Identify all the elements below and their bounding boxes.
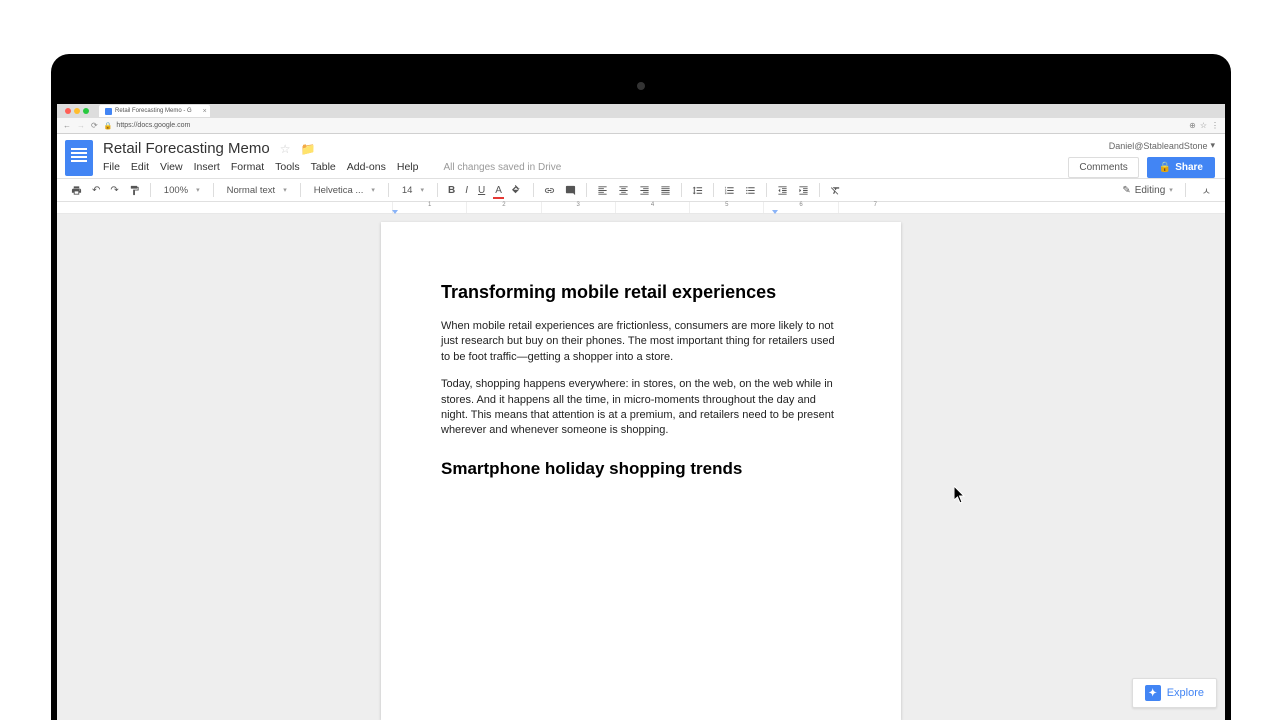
- browser-tab[interactable]: Retail Forecasting Memo - G ×: [99, 105, 210, 117]
- user-account[interactable]: Daniel@StableandStone ▾: [1109, 140, 1215, 151]
- toolbar: ↶ ↷ 100% Normal text Helvetica ... 14 B …: [57, 178, 1225, 202]
- menu-edit[interactable]: Edit: [131, 161, 149, 173]
- ruler[interactable]: 1 2 3 4 5 6 7: [57, 202, 1225, 214]
- menu-insert[interactable]: Insert: [194, 161, 220, 173]
- ruler-mark: 2: [466, 202, 540, 213]
- star-icon[interactable]: ☆: [1200, 121, 1207, 130]
- reload-icon[interactable]: ⟳: [91, 121, 98, 130]
- menu-file[interactable]: File: [103, 161, 120, 173]
- numbered-list-icon[interactable]: [720, 183, 739, 198]
- font-size-select[interactable]: 14: [395, 182, 431, 199]
- ruler-mark: 4: [615, 202, 689, 213]
- zoom-icon[interactable]: ⊕: [1189, 121, 1196, 130]
- menu-bar: File Edit View Insert Format Tools Table…: [103, 161, 1068, 173]
- browser-chrome: Retail Forecasting Memo - G × ← → ⟳ 🔒 ht…: [57, 104, 1225, 134]
- ruler-mark: 1: [392, 202, 466, 213]
- increase-indent-icon[interactable]: [794, 183, 813, 198]
- move-folder-icon[interactable]: 📁: [301, 142, 316, 156]
- bulleted-list-icon[interactable]: [741, 183, 760, 198]
- print-icon[interactable]: [67, 183, 86, 198]
- docs-logo-icon[interactable]: [65, 140, 93, 176]
- ruler-mark: 3: [541, 202, 615, 213]
- highlight-color-icon[interactable]: [508, 183, 527, 198]
- chevron-down-icon: ▾: [1210, 140, 1215, 151]
- paint-format-icon[interactable]: [125, 183, 144, 198]
- align-center-icon[interactable]: [614, 183, 633, 198]
- line-spacing-icon[interactable]: [688, 183, 707, 198]
- undo-icon[interactable]: ↶: [88, 183, 104, 198]
- minimize-window-icon[interactable]: [74, 108, 80, 114]
- explore-button[interactable]: ✦ Explore: [1132, 678, 1217, 708]
- heading-2[interactable]: Smartphone holiday shopping trends: [441, 459, 841, 479]
- star-document-icon[interactable]: ☆: [280, 142, 291, 156]
- docs-favicon: [105, 108, 112, 115]
- explore-icon: ✦: [1145, 685, 1161, 701]
- share-lock-icon: 🔒: [1159, 162, 1171, 173]
- decrease-indent-icon[interactable]: [773, 183, 792, 198]
- close-window-icon[interactable]: [65, 108, 71, 114]
- forward-icon: →: [77, 121, 85, 130]
- insert-comment-icon[interactable]: [561, 183, 580, 198]
- ruler-mark: 5: [689, 202, 763, 213]
- google-docs-app: Retail Forecasting Memo ☆ 📁 File Edit Vi…: [57, 134, 1225, 720]
- menu-tools[interactable]: Tools: [275, 161, 300, 173]
- menu-table[interactable]: Table: [311, 161, 336, 173]
- url-field[interactable]: 🔒 https://docs.google.com: [104, 122, 1183, 130]
- hide-menus-icon[interactable]: ㅅ: [1198, 181, 1215, 200]
- align-right-icon[interactable]: [635, 183, 654, 198]
- tab-title: Retail Forecasting Memo - G: [115, 108, 192, 114]
- paragraph[interactable]: When mobile retail experiences are frict…: [441, 319, 841, 365]
- insert-link-icon[interactable]: [540, 183, 559, 198]
- text-color-icon[interactable]: A: [491, 183, 506, 198]
- save-status: All changes saved in Drive: [443, 162, 561, 173]
- font-select[interactable]: Helvetica ...: [307, 182, 382, 199]
- zoom-select[interactable]: 100%: [157, 182, 207, 199]
- ruler-mark: 7: [838, 202, 912, 213]
- align-justify-icon[interactable]: [656, 183, 675, 198]
- menu-help[interactable]: Help: [397, 161, 419, 173]
- device-frame: Retail Forecasting Memo - G × ← → ⟳ 🔒 ht…: [51, 54, 1231, 720]
- url-text: https://docs.google.com: [116, 122, 190, 129]
- menu-format[interactable]: Format: [231, 161, 264, 173]
- screen: Retail Forecasting Memo - G × ← → ⟳ 🔒 ht…: [57, 104, 1225, 720]
- clear-formatting-icon[interactable]: [826, 183, 845, 198]
- camera-dot: [637, 82, 645, 90]
- editing-mode-select[interactable]: ✎ Editing ▾: [1122, 185, 1172, 196]
- paragraph[interactable]: Today, shopping happens everywhere: in s…: [441, 377, 841, 439]
- tab-close-icon[interactable]: ×: [203, 108, 207, 115]
- align-left-icon[interactable]: [593, 183, 612, 198]
- document-page[interactable]: Transforming mobile retail experiences W…: [381, 222, 901, 720]
- italic-icon[interactable]: I: [461, 183, 472, 198]
- share-button[interactable]: 🔒 Share: [1147, 157, 1215, 178]
- menu-icon[interactable]: ⋮: [1211, 121, 1219, 130]
- redo-icon[interactable]: ↷: [106, 183, 122, 198]
- back-icon[interactable]: ←: [63, 121, 71, 130]
- window-controls[interactable]: [61, 108, 93, 114]
- tab-strip: Retail Forecasting Memo - G ×: [57, 104, 1225, 118]
- document-title[interactable]: Retail Forecasting Memo: [103, 140, 270, 157]
- docs-header: Retail Forecasting Memo ☆ 📁 File Edit Vi…: [57, 134, 1225, 178]
- heading-1[interactable]: Transforming mobile retail experiences: [441, 282, 841, 303]
- maximize-window-icon[interactable]: [83, 108, 89, 114]
- menu-view[interactable]: View: [160, 161, 183, 173]
- bold-icon[interactable]: B: [444, 183, 459, 198]
- address-bar: ← → ⟳ 🔒 https://docs.google.com ⊕ ☆ ⋮: [57, 118, 1225, 133]
- style-select[interactable]: Normal text: [220, 182, 294, 199]
- underline-icon[interactable]: U: [474, 183, 489, 198]
- document-canvas[interactable]: Transforming mobile retail experiences W…: [57, 214, 1225, 720]
- menu-addons[interactable]: Add-ons: [347, 161, 386, 173]
- pencil-icon: ✎: [1122, 185, 1130, 196]
- lock-icon: 🔒: [104, 122, 113, 130]
- comments-button[interactable]: Comments: [1068, 157, 1138, 178]
- device-bezel: Retail Forecasting Memo - G × ← → ⟳ 🔒 ht…: [57, 60, 1225, 720]
- chevron-down-icon: ▾: [1169, 186, 1173, 194]
